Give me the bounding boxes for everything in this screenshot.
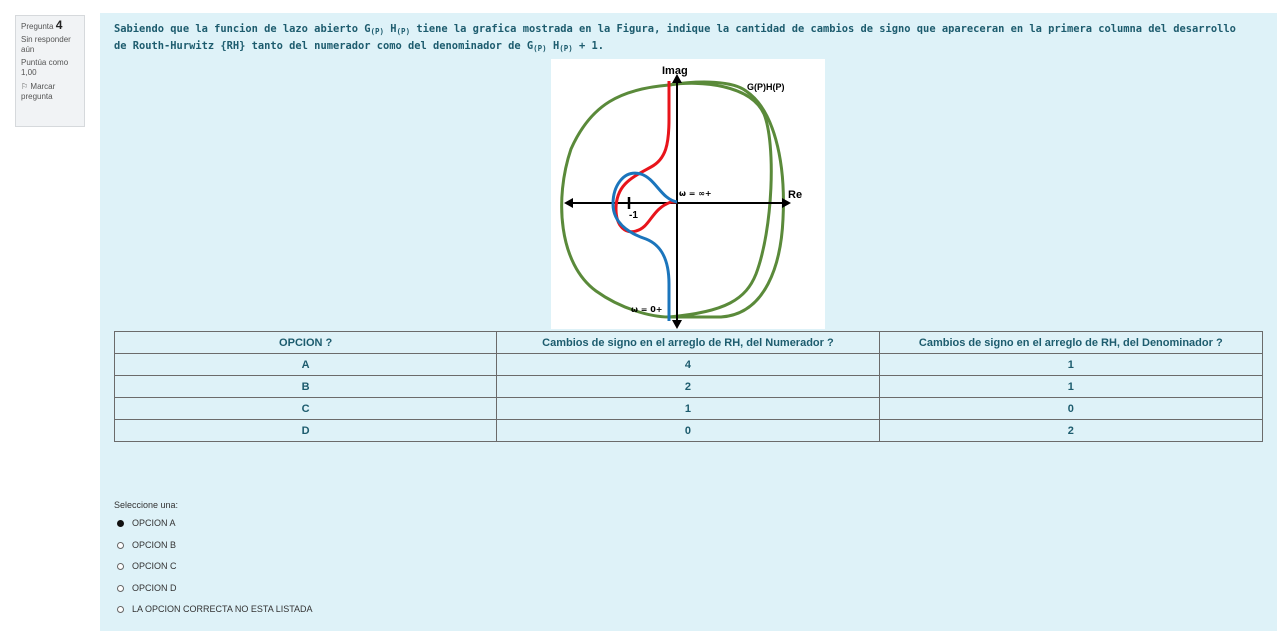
question-score: Puntúa como 1,00 [21, 58, 69, 77]
question-number: Pregunta 4 [21, 18, 79, 32]
function-label: G(P)H(P) [747, 82, 785, 92]
radio-button[interactable] [117, 605, 124, 613]
question-info-card: Pregunta 4 Sin responder aún Puntúa como… [15, 15, 85, 127]
question-panel: Sabiendo que la funcion de lazo abierto … [100, 13, 1277, 631]
options-table: OPCION ? Cambios de signo en el arreglo … [113, 331, 1264, 442]
answer-option-c[interactable]: OPCION C [117, 561, 177, 571]
answer-option-label: OPCION D [132, 583, 177, 593]
answer-option-label: LA OPCION CORRECTA NO ESTA LISTADA [132, 604, 313, 614]
minus-one-label: -1 [629, 210, 638, 221]
radio-button[interactable] [117, 519, 124, 527]
answer-option-not-listed[interactable]: LA OPCION CORRECTA NO ESTA LISTADA [117, 604, 313, 614]
table-row: C 1 0 [113, 397, 1264, 420]
answer-option-d[interactable]: OPCION D [117, 583, 177, 593]
table-cell: 0 [878, 397, 1264, 420]
table-cell: 0 [496, 419, 880, 442]
table-cell: 1 [878, 353, 1264, 376]
question-status: Sin responder aún [21, 35, 71, 54]
table-row: D 0 2 [113, 419, 1264, 442]
table-cell: B [113, 375, 498, 398]
question-subscript: (P) [559, 44, 573, 53]
header-numerator: Cambios de signo en el arreglo de RH, de… [496, 331, 880, 354]
question-text: Sabiendo que la funcion de lazo abierto … [114, 22, 1254, 56]
red-curve [614, 81, 677, 234]
answer-option-label: OPCION B [132, 540, 177, 550]
question-text-part: H [546, 40, 560, 52]
radio-button[interactable] [117, 541, 124, 549]
table-row: A 4 1 [113, 353, 1264, 376]
answer-option-b[interactable]: OPCION B [117, 540, 176, 550]
blue-curve [611, 171, 678, 321]
question-text-part: H [384, 23, 397, 35]
question-subscript: (P) [533, 44, 547, 53]
omega-zero-label: ω = 0+ [631, 305, 663, 314]
table-row: B 2 1 [113, 375, 1264, 398]
header-option: OPCION ? [113, 331, 498, 354]
select-one-prompt: Seleccione una: [114, 500, 179, 510]
question-text-part: Sabiendo que la funcion de lazo abierto … [114, 23, 371, 35]
imag-label: Imag [662, 65, 688, 77]
omega-infinity-label: ω = ∞+ [679, 189, 712, 198]
flag-question-link[interactable]: ⚐ Marcar pregunta [21, 82, 79, 102]
radio-button[interactable] [117, 584, 124, 592]
table-cell: D [113, 419, 498, 442]
table-cell: A [113, 353, 498, 376]
question-subscript: (P) [396, 27, 411, 36]
real-axis-arrow-left [564, 198, 573, 208]
question-text-part: + 1. [572, 40, 605, 52]
outer-contour-inner [668, 81, 773, 319]
question-number-value: 4 [55, 18, 63, 32]
question-subscript: (P) [370, 27, 385, 36]
flag-icon: ⚐ [21, 82, 29, 91]
imag-axis-arrow-bottom [672, 320, 682, 329]
table-cell: 1 [878, 375, 1264, 398]
table-cell: 4 [496, 353, 880, 376]
header-denominator: Cambios de signo en el arreglo de RH, de… [878, 331, 1264, 354]
question-prefix: Pregunta [21, 22, 54, 31]
answer-option-a[interactable]: OPCION A [117, 518, 176, 528]
radio-button[interactable] [117, 562, 124, 570]
table-cell: C [113, 397, 498, 420]
table-cell: 1 [496, 397, 880, 420]
answer-option-label: OPCION A [132, 518, 176, 528]
re-label: Re [788, 189, 802, 201]
table-header-row: OPCION ? Cambios de signo en el arreglo … [113, 331, 1264, 354]
table-cell: 2 [878, 419, 1264, 442]
nyquist-figure: Imag Re G(P)H(P) ω = ∞+ ω = 0+ -1 [551, 59, 825, 329]
table-cell: 2 [496, 375, 880, 398]
answer-option-label: OPCION C [132, 561, 177, 571]
nyquist-plot: Imag Re G(P)H(P) ω = ∞+ ω = 0+ -1 [560, 65, 802, 329]
